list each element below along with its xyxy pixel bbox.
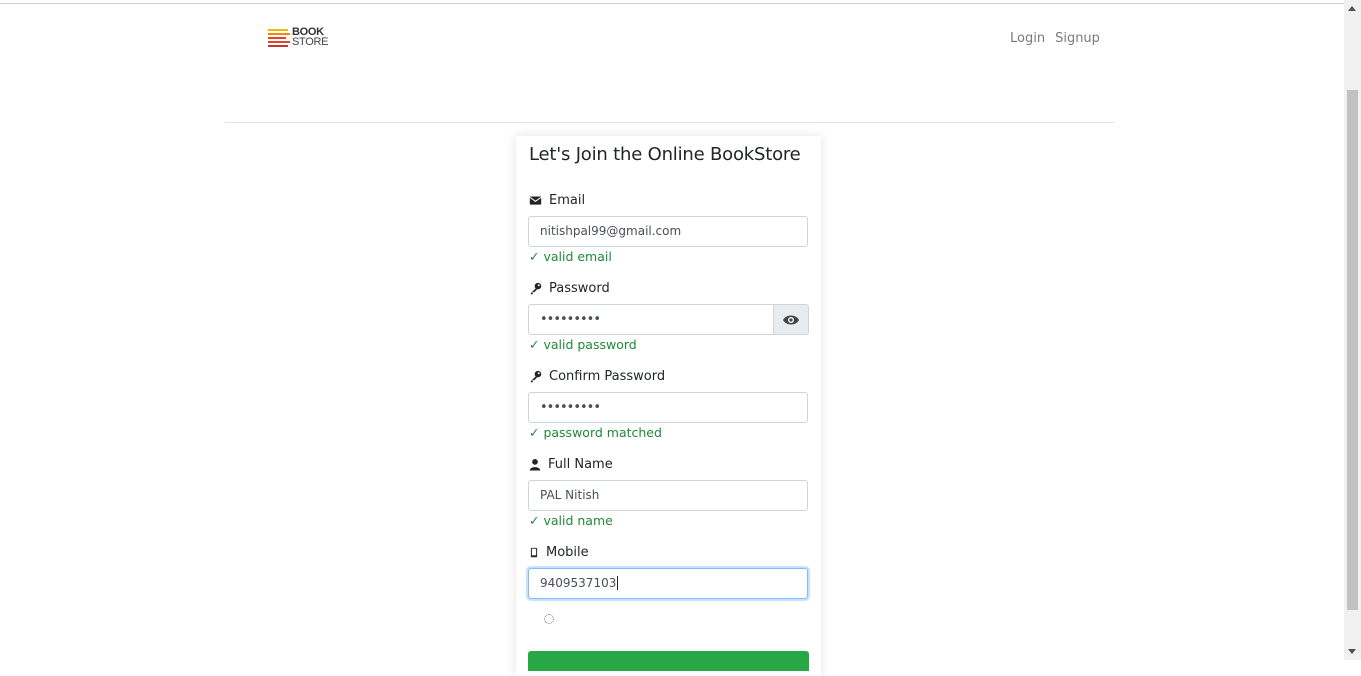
login-link[interactable]: Login <box>1010 31 1045 46</box>
logo-text-store: STORE <box>292 36 329 48</box>
email-valid-message: ✓ valid email <box>529 249 612 264</box>
confirm-password-label: Confirm Password <box>529 369 665 384</box>
full-name-label: Full Name <box>529 457 613 472</box>
confirm-password-label-text: Confirm Password <box>549 369 666 384</box>
password-label-text: Password <box>549 281 610 296</box>
eye-icon <box>783 315 799 324</box>
signup-link[interactable]: Signup <box>1055 31 1100 46</box>
password-valid-message: ✓ valid password <box>529 337 637 352</box>
vertical-scrollbar[interactable] <box>1344 0 1361 660</box>
top-border <box>0 3 1344 4</box>
logo-bars-icon <box>268 29 292 49</box>
mobile-input-value: 9409537103 <box>540 576 617 590</box>
mobile-label-text: Mobile <box>546 545 589 560</box>
scrollbar-thumb[interactable] <box>1347 90 1358 610</box>
show-password-button[interactable] <box>774 304 809 335</box>
email-input[interactable]: nitishpal99@gmail.com <box>528 216 808 247</box>
bookstore-logo[interactable]: BOOK STORE <box>268 27 330 51</box>
mobile-input[interactable]: 9409537103 <box>528 568 808 599</box>
mobile-phone-icon <box>530 547 538 558</box>
email-label: Email <box>529 193 585 208</box>
text-cursor <box>617 576 619 590</box>
full-name-label-text: Full Name <box>548 457 613 472</box>
confirm-password-input[interactable]: ••••••••• <box>528 392 808 423</box>
scroll-up-arrow-icon[interactable] <box>1348 6 1356 11</box>
mobile-label: Mobile <box>529 545 589 560</box>
envelope-icon <box>529 196 542 205</box>
submit-button[interactable] <box>528 651 809 671</box>
user-icon <box>529 459 541 471</box>
key-icon <box>530 282 542 295</box>
password-input[interactable]: ••••••••• <box>528 304 774 335</box>
email-label-text: Email <box>549 193 586 208</box>
password-label: Password <box>529 281 610 296</box>
full-name-input[interactable]: PAL Nitish <box>528 480 808 511</box>
signup-form-card: Let's Join the Online BookStore Email ni… <box>516 136 821 676</box>
header-divider <box>225 122 1114 123</box>
full-name-valid-message: ✓ valid name <box>529 513 613 528</box>
scroll-down-arrow-icon[interactable] <box>1348 649 1356 654</box>
loading-spinner-icon <box>544 614 554 624</box>
key-icon <box>530 370 542 383</box>
form-title: Let's Join the Online BookStore <box>529 144 801 165</box>
page: BOOK STORE Login Signup Let's Join the O… <box>0 0 1361 676</box>
top-nav: Login Signup <box>1010 31 1100 46</box>
confirm-password-valid-message: ✓ password matched <box>529 425 662 440</box>
